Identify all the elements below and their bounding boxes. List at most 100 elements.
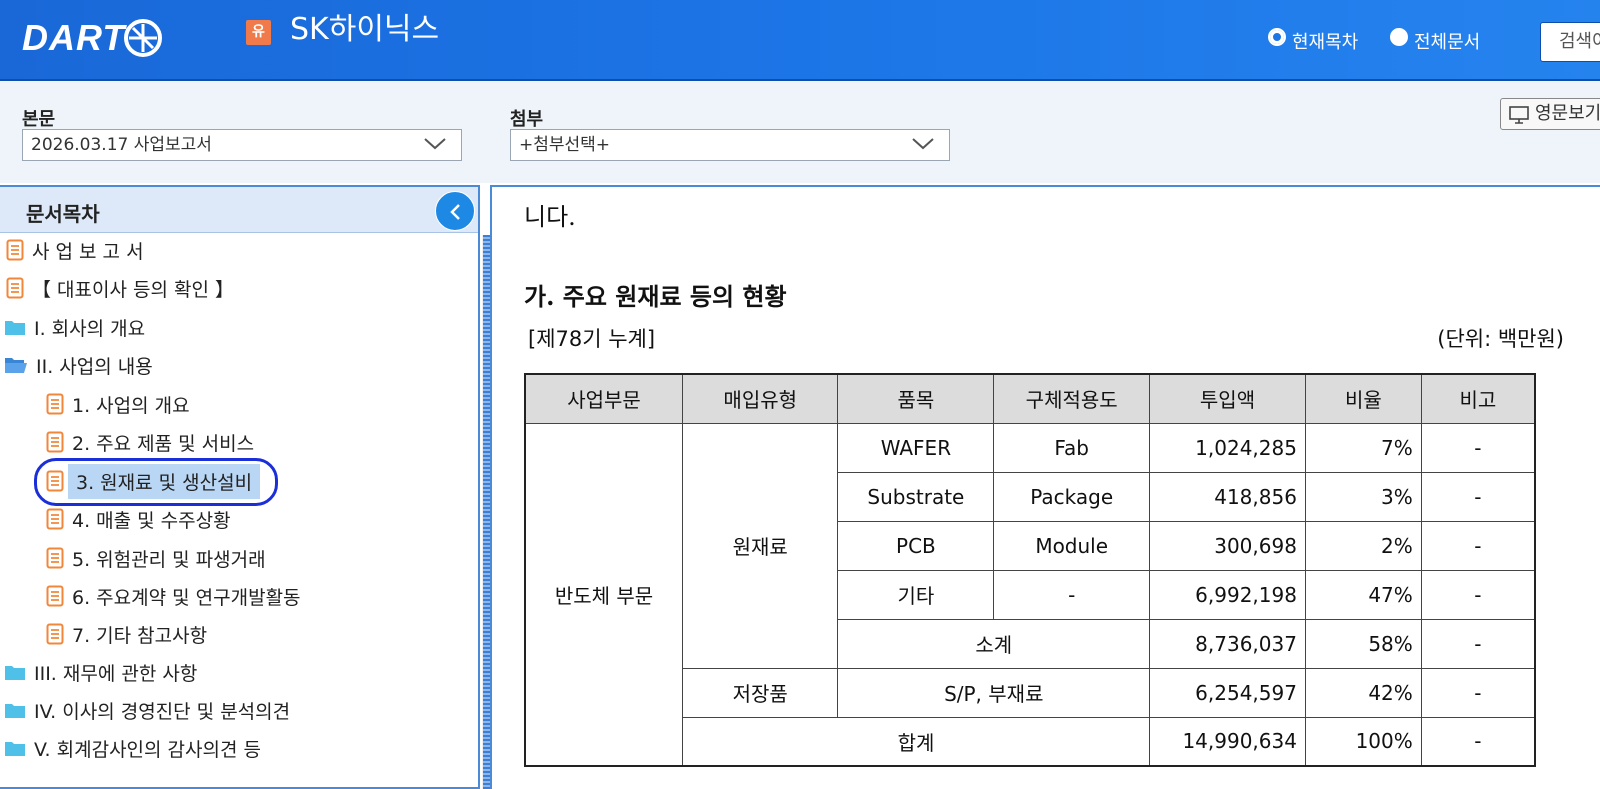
toc-item-ceo-confirm[interactable]: 【 대표이사 등의 확인 】: [6, 273, 234, 303]
document-icon: [46, 508, 64, 530]
note-cell: -: [1420, 471, 1536, 522]
toc-item-label: V. 회계감사인의 감사의견 등: [34, 738, 261, 761]
amount-cell: 300,698: [1149, 520, 1306, 571]
folder-icon: [5, 666, 25, 680]
english-view-button[interactable]: 영문보기: [1500, 98, 1600, 130]
toc-item-label: II. 사업의 내용: [36, 355, 153, 378]
corp-type-badge: 유: [246, 20, 271, 45]
toc-item-sales-orders[interactable]: 4. 매출 및 수주상황: [46, 504, 231, 534]
document-icon: [46, 623, 64, 645]
segment-cell: 반도체 부문: [524, 422, 683, 767]
toc-item-md-and-a[interactable]: IV. 이사의 경영진단 및 분석의견: [4, 695, 290, 725]
toc-item-label: 사 업 보 고 서: [32, 240, 144, 263]
radio-all-label: 전체문서: [1414, 32, 1481, 53]
item-cell: WAFER: [837, 422, 995, 473]
folder-icon: [5, 321, 25, 335]
toc-item-contracts-rnd[interactable]: 6. 주요계약 및 연구개발활동: [46, 581, 301, 611]
toc-item-financials[interactable]: III. 재무에 관한 사항: [4, 657, 197, 687]
toc-item-business-overview[interactable]: 1. 사업의 개요: [46, 389, 190, 419]
toc-item-audit-opinion[interactable]: V. 회계감사인의 감사의견 등: [4, 733, 261, 763]
table-header: 매입유형: [681, 373, 839, 424]
ratio-cell: 47%: [1304, 569, 1422, 620]
toc-item-label: III. 재무에 관한 사항: [34, 662, 198, 685]
document-icon: [46, 585, 64, 607]
document-icon: [46, 547, 64, 569]
toc-item-label: 【 대표이사 등의 확인 】: [32, 278, 234, 301]
ratio-cell: 100%: [1304, 716, 1422, 767]
use-cell: Module: [993, 520, 1151, 571]
ratio-cell: 3%: [1304, 471, 1422, 522]
attach-select[interactable]: +첨부선택+: [510, 129, 950, 161]
table-header: 비고: [1420, 373, 1536, 424]
toc-item-products-services[interactable]: 2. 주요 제품 및 서비스: [46, 427, 254, 457]
attach-label: 첨부: [510, 109, 544, 130]
logo-swirl-icon: [124, 19, 163, 57]
amount-cell: 14,990,634: [1149, 716, 1306, 767]
ratio-cell: 58%: [1304, 618, 1422, 669]
use-cell: -: [993, 569, 1151, 620]
selection-highlight-ring: [34, 458, 278, 506]
radio-current-label: 현재목차: [1292, 32, 1359, 53]
item-cell: 기타: [837, 569, 995, 620]
table-header: 투입액: [1149, 373, 1306, 424]
toc-item-other-notes[interactable]: 7. 기타 참고사항: [46, 619, 207, 649]
item-cell: PCB: [837, 520, 995, 571]
item-cell: S/P, 부재료: [837, 667, 1151, 718]
toc-item-label: 5. 위험관리 및 파생거래: [72, 548, 266, 571]
table-header: 사업부문: [524, 373, 683, 424]
table-header-row: 사업부문 매입유형 품목 구체적용도 투입액 비율 비고: [524, 373, 1536, 424]
note-cell: -: [1420, 520, 1536, 571]
english-view-label: 영문보기: [1535, 103, 1600, 124]
table-header: 구체적용도: [993, 373, 1151, 424]
dart-logo[interactable]: DART: [22, 17, 165, 58]
toc-item-business-report[interactable]: 사 업 보 고 서: [6, 235, 144, 265]
toc-item-label: 1. 사업의 개요: [72, 394, 190, 417]
item-cell: Substrate: [837, 471, 995, 522]
logo-text: DART: [22, 17, 126, 58]
amount-cell: 418,856: [1149, 471, 1306, 522]
folder-open-icon: [5, 358, 27, 373]
toc-collapse-button[interactable]: [435, 191, 475, 231]
top-header: DART 유 SK하이닉스 현재목차 전체문서 검색어: [0, 0, 1600, 81]
section-title: 가. 주요 원재료 등의 현황: [524, 282, 787, 311]
toc-item-business-content[interactable]: II. 사업의 내용: [4, 350, 153, 380]
unit-label: (단위: 백만원): [1437, 327, 1564, 351]
document-icon: [46, 393, 64, 415]
note-cell: -: [1420, 422, 1536, 473]
amount-cell: 8,736,037: [1149, 618, 1306, 669]
period-label: [제78기 누계]: [528, 327, 656, 351]
folder-icon: [5, 704, 25, 718]
type-raw-cell: 원재료: [681, 422, 839, 669]
note-cell: -: [1420, 667, 1536, 718]
total-label: 합계: [681, 716, 1151, 767]
document-viewer: 니다. 가. 주요 원재료 등의 현황 [제78기 누계] (단위: 백만원) …: [490, 185, 1600, 789]
search-input[interactable]: 검색어: [1540, 22, 1600, 62]
radio-selected-icon: [1268, 28, 1286, 46]
toc-item-company-overview[interactable]: I. 회사의 개요: [4, 312, 145, 342]
corp-name: SK하이닉스: [290, 12, 440, 47]
radio-all-docs[interactable]: 전체문서: [1390, 28, 1480, 54]
toc-item-label: I. 회사의 개요: [34, 317, 146, 340]
toc-header: 문서목차: [0, 187, 478, 233]
folder-icon: [5, 742, 25, 756]
toc-item-label: 7. 기타 참고사항: [72, 624, 208, 647]
document-icon: [6, 239, 24, 261]
ratio-cell: 42%: [1304, 667, 1422, 718]
intro-text: 니다.: [524, 203, 576, 231]
amount-cell: 1,024,285: [1149, 422, 1306, 473]
toc-title: 문서목차: [26, 202, 100, 226]
chevron-down-icon: [912, 138, 934, 150]
main-doc-select[interactable]: 2026.03.17 사업보고서: [22, 129, 462, 161]
document-select-bar: 본문 2026.03.17 사업보고서 첨부 +첨부선택+ 영문보기: [0, 81, 1600, 183]
toc-item-risk-derivatives[interactable]: 5. 위험관리 및 파생거래: [46, 543, 266, 573]
subtotal-label: 소계: [837, 618, 1151, 669]
raw-materials-table: 사업부문 매입유형 품목 구체적용도 투입액 비율 비고 반도체 부문 원재료 …: [524, 373, 1536, 767]
attach-value: +첨부선택+: [519, 135, 611, 155]
toc-item-label: 6. 주요계약 및 연구개발활동: [72, 586, 301, 609]
document-icon: [46, 431, 64, 453]
toc-item-label: 2. 주요 제품 및 서비스: [72, 432, 255, 455]
table-header: 품목: [837, 373, 995, 424]
radio-current-toc[interactable]: 현재목차: [1268, 28, 1358, 54]
toc-item-label: 4. 매출 및 수주상황: [72, 509, 231, 532]
amount-cell: 6,254,597: [1149, 667, 1306, 718]
